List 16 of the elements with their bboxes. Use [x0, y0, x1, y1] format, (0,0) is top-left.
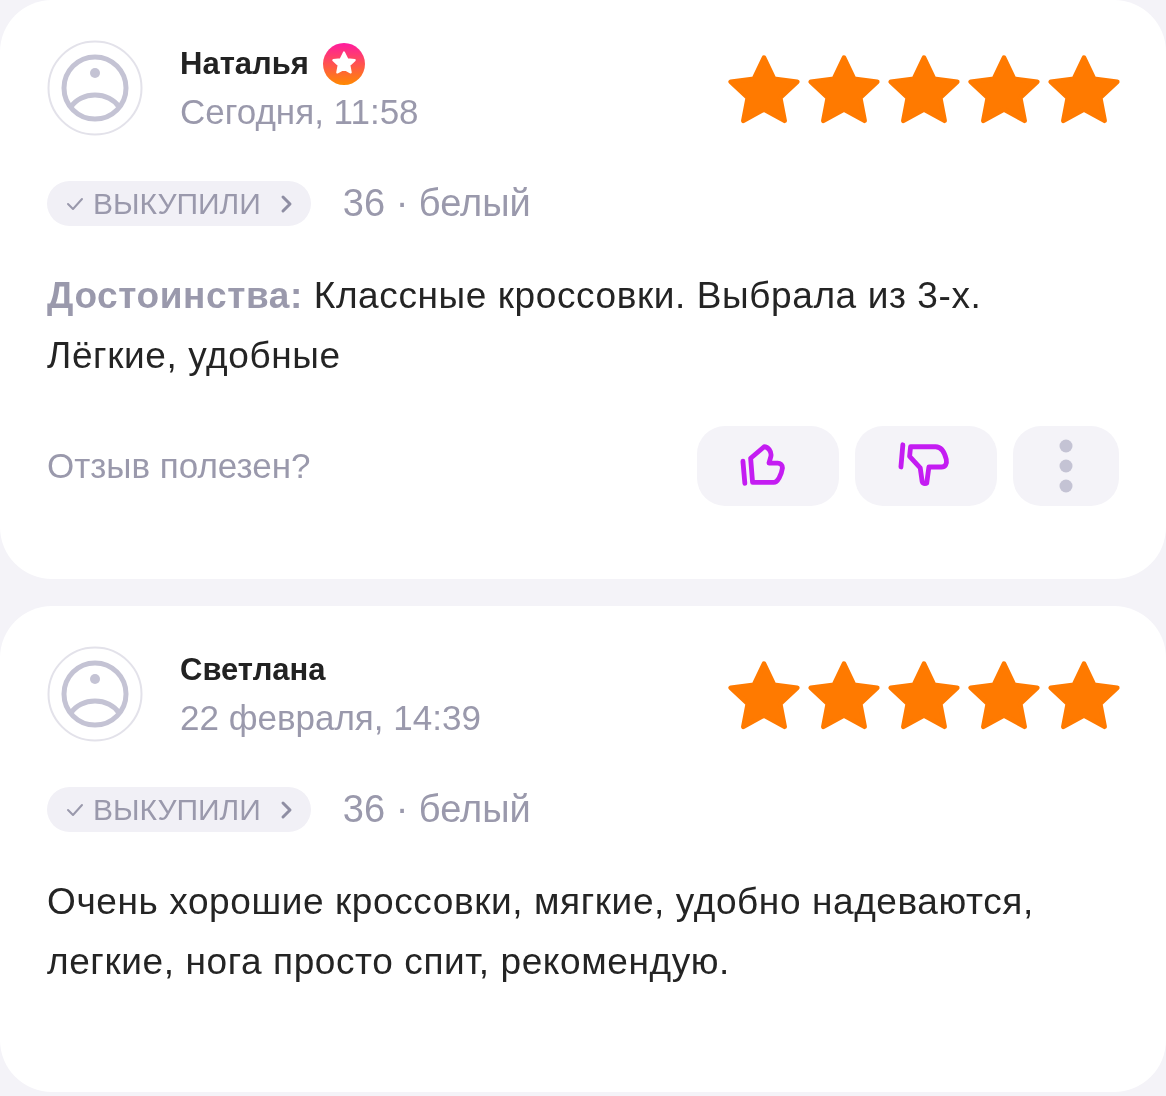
- avatar-icon: [47, 40, 143, 136]
- review-date: 22 февраля, 14:39: [180, 698, 482, 738]
- size-color-label: 36 · белый: [342, 788, 531, 831]
- size-color-label: 36 · белый: [342, 182, 531, 225]
- more-icon: [1058, 438, 1074, 494]
- purchased-chip[interactable]: ВЫКУПИЛИ: [47, 787, 311, 832]
- avatar-icon: [47, 646, 143, 742]
- purchased-chip[interactable]: ВЫКУПИЛИ: [47, 181, 311, 226]
- like-button[interactable]: [697, 426, 839, 506]
- review-text: Очень хорошие кроссовки, мягкие, удобно надеваются, легкие, нога просто спит, рекомендую.: [47, 880, 1035, 984]
- dislike-button[interactable]: [855, 426, 997, 506]
- helpful-question: Отзыв полезен?: [47, 446, 312, 486]
- reviewer-name: Наталья: [180, 46, 309, 82]
- review-date: Сегодня, 11:58: [180, 92, 420, 132]
- review-text: Достоинства: Классные кроссовки. Выбрала из 3-х. Лёгкие, удобные: [47, 274, 983, 378]
- reviewer-name: Светлана: [180, 652, 326, 688]
